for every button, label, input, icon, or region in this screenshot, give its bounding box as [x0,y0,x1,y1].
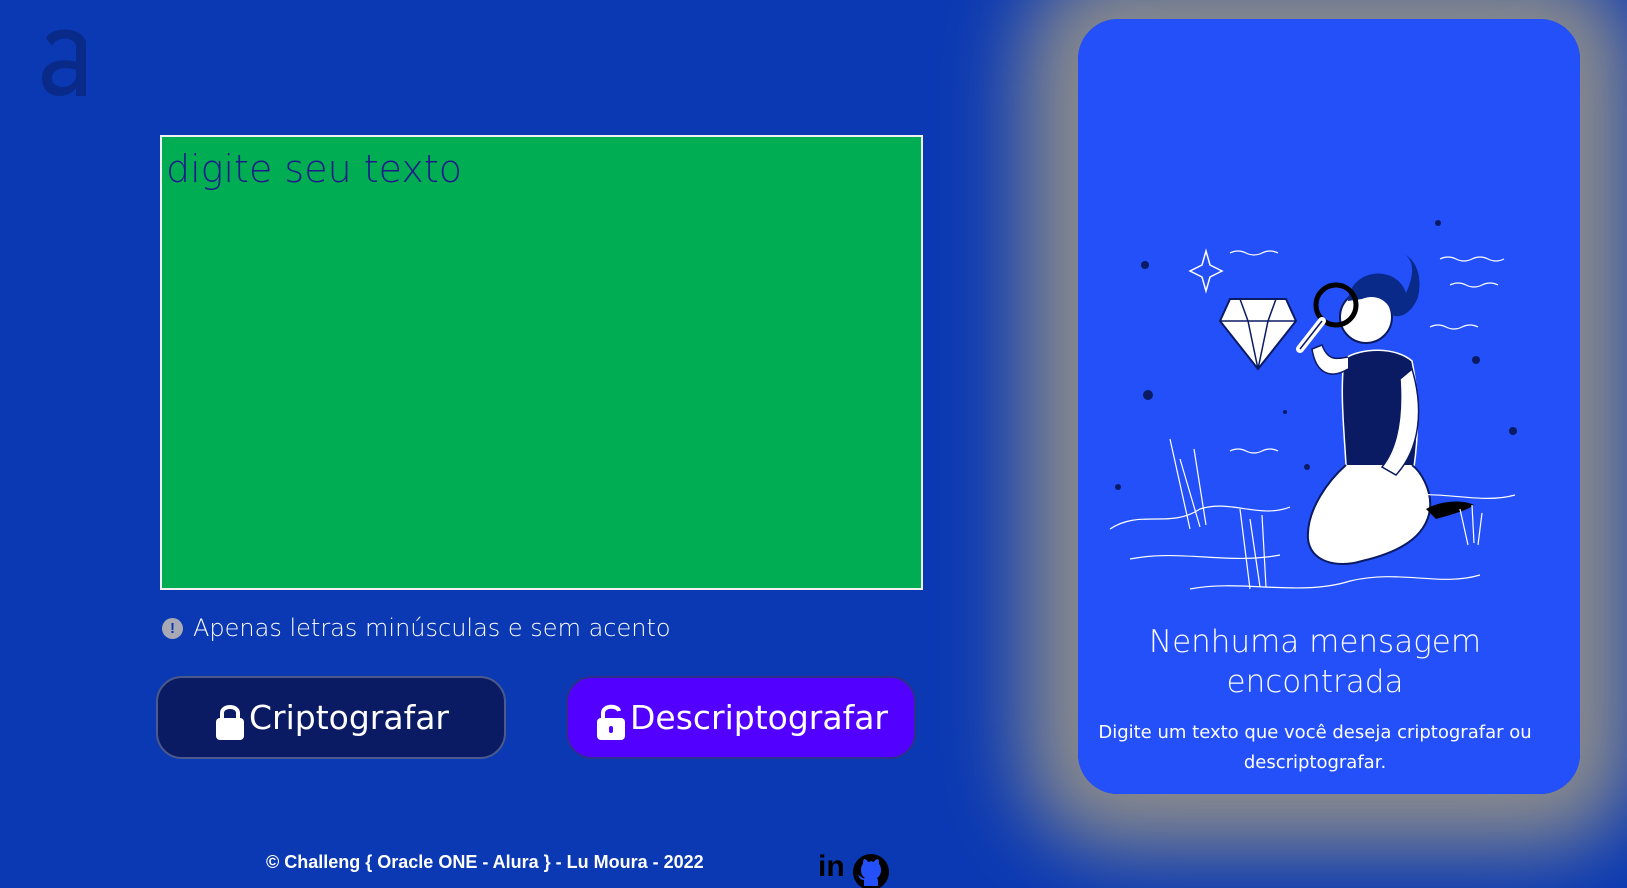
encrypt-button-label: Criptografar [249,698,449,737]
page: ! Apenas letras minúsculas e sem acento … [0,0,1627,888]
unlock-icon [596,704,625,740]
social-links: in [818,852,891,888]
linkedin-icon[interactable]: in [818,852,845,882]
decrypt-button-label: Descriptografar [629,698,888,737]
message-textarea[interactable] [160,135,923,590]
hint-row: ! Apenas letras minúsculas e sem acento [162,614,671,642]
encrypt-button[interactable]: Criptografar [156,676,506,759]
footer-copyright: © Challeng { Oracle ONE - Alura } - Lu M… [266,852,704,872]
hint-text: Apenas letras minúsculas e sem acento [193,614,671,642]
empty-state-title: Nenhuma mensagem encontrada [1148,624,1482,700]
alura-logo-icon[interactable] [38,24,94,100]
empty-state-subtitle: Digite um texto que você deseja criptogr… [1098,722,1532,773]
github-icon[interactable] [851,852,891,888]
exclamation-circle-icon: ! [162,617,183,639]
decrypt-button[interactable]: Descriptografar [566,676,916,759]
person-inspecting-diamond-illustration [1109,220,1517,590]
output-panel: Nenhuma mensagem encontrada Digite um te… [1078,19,1580,794]
lock-icon [216,704,244,740]
